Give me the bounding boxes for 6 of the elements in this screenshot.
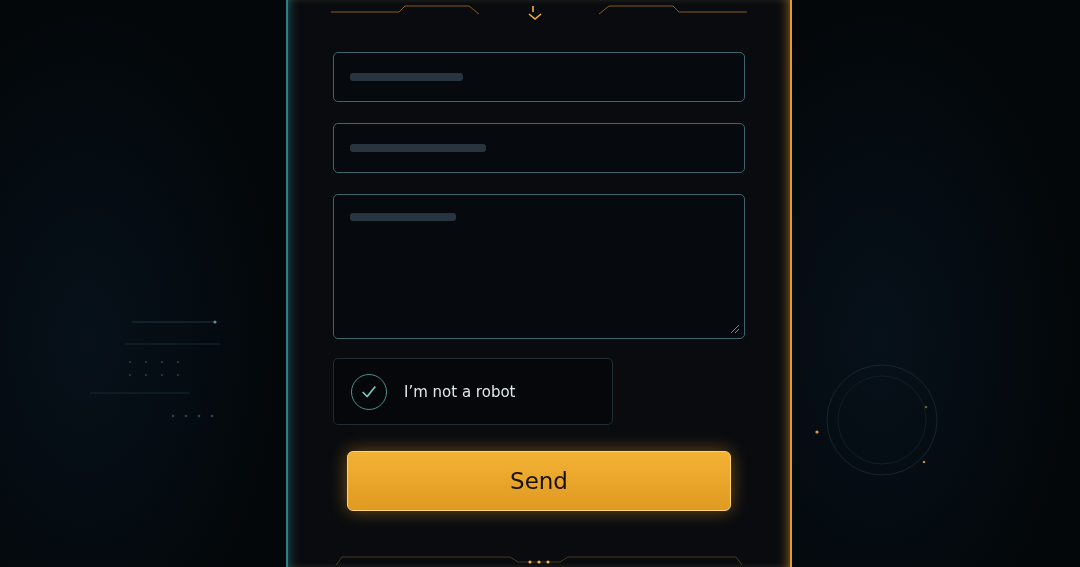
input-field[interactable]	[333, 194, 745, 339]
send-button[interactable]: Send	[347, 451, 731, 511]
input-field[interactable]	[333, 52, 745, 102]
input-field[interactable]	[333, 123, 745, 173]
resize-grip-icon	[730, 324, 740, 334]
captcha-label: I’m not a robot	[404, 382, 516, 401]
